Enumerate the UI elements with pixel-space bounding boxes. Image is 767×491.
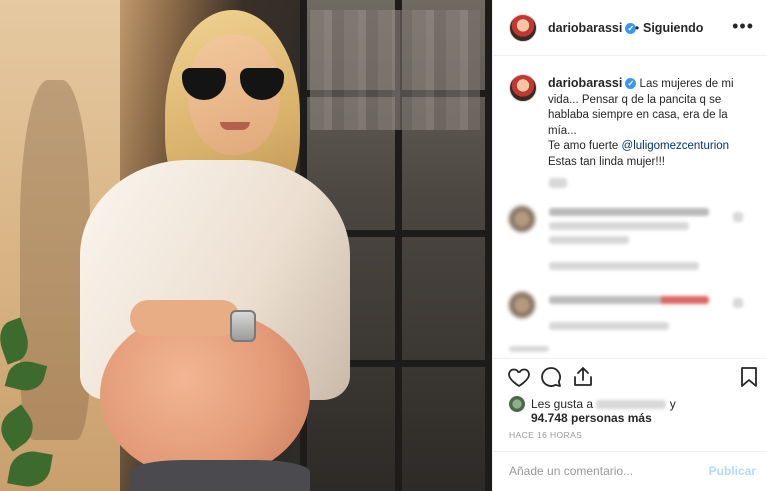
post-sidebar: dariobarassi ✓ • Siguiendo ••• dariobaras… [492, 0, 767, 491]
blurred-comment-meta [549, 322, 669, 330]
blurred-comment [549, 208, 709, 216]
post-header: dariobarassi ✓ • Siguiendo ••• [493, 0, 767, 56]
caption-body-line2: Te amo fuerte [548, 140, 622, 152]
sunglasses [182, 68, 286, 102]
comment-icon[interactable] [539, 365, 563, 389]
post-photo[interactable] [0, 0, 492, 491]
caption-body-line3: Estas tan linda mujer!!! [548, 155, 665, 168]
comment-input[interactable] [509, 464, 689, 478]
bookmark-icon[interactable] [737, 365, 761, 389]
blurred-liker-name [596, 400, 667, 409]
house-plant [0, 317, 60, 491]
caption-username[interactable]: dariobarassi ✓ [548, 76, 637, 90]
blurred-commenter-avatar [509, 292, 535, 318]
likes-prefix: Les gusta a [531, 397, 594, 411]
blurred-comment-meta [549, 262, 699, 270]
smile [220, 122, 250, 130]
caption-username-text[interactable]: dariobarassi [548, 76, 622, 90]
heart-icon[interactable] [507, 365, 531, 389]
publish-button[interactable]: Publicar [709, 464, 756, 478]
blurred-comment [549, 236, 629, 244]
author-avatar[interactable] [509, 14, 537, 42]
share-icon[interactable] [571, 365, 595, 389]
likes-count[interactable]: 94.748 personas más [531, 411, 652, 425]
wristwatch [230, 310, 256, 342]
blurred-like-icon [733, 298, 743, 308]
action-bar [493, 358, 767, 394]
pants [130, 460, 310, 491]
likes-connector: y [669, 397, 676, 411]
hand [130, 300, 240, 336]
blurred-comment [509, 346, 549, 352]
blurred-like-icon [733, 212, 743, 222]
comment-form: Publicar [493, 451, 767, 491]
blurred-reply-link [549, 178, 567, 188]
blurred-comment [549, 222, 689, 230]
pregnant-woman [70, 10, 360, 491]
caption-text: dariobarassi ✓ Las mujeres de mi vida... … [548, 76, 758, 170]
author-username-text[interactable]: dariobarassi [548, 21, 622, 35]
blurred-commenter-avatar [509, 206, 535, 232]
verified-badge-icon: ✓ [625, 78, 637, 89]
separator-dot: • [635, 21, 640, 35]
following-button[interactable]: Siguiendo [643, 21, 703, 35]
more-options-icon[interactable]: ••• [732, 16, 754, 37]
author-username[interactable]: dariobarassi ✓ [548, 21, 637, 35]
post-timestamp[interactable]: HACE 16 HORAS [509, 430, 582, 440]
mention-link[interactable]: @luligomezcenturion [622, 140, 730, 152]
liker-avatar[interactable] [509, 396, 525, 412]
blurred-comment [549, 296, 709, 304]
caption-avatar[interactable] [509, 74, 537, 102]
